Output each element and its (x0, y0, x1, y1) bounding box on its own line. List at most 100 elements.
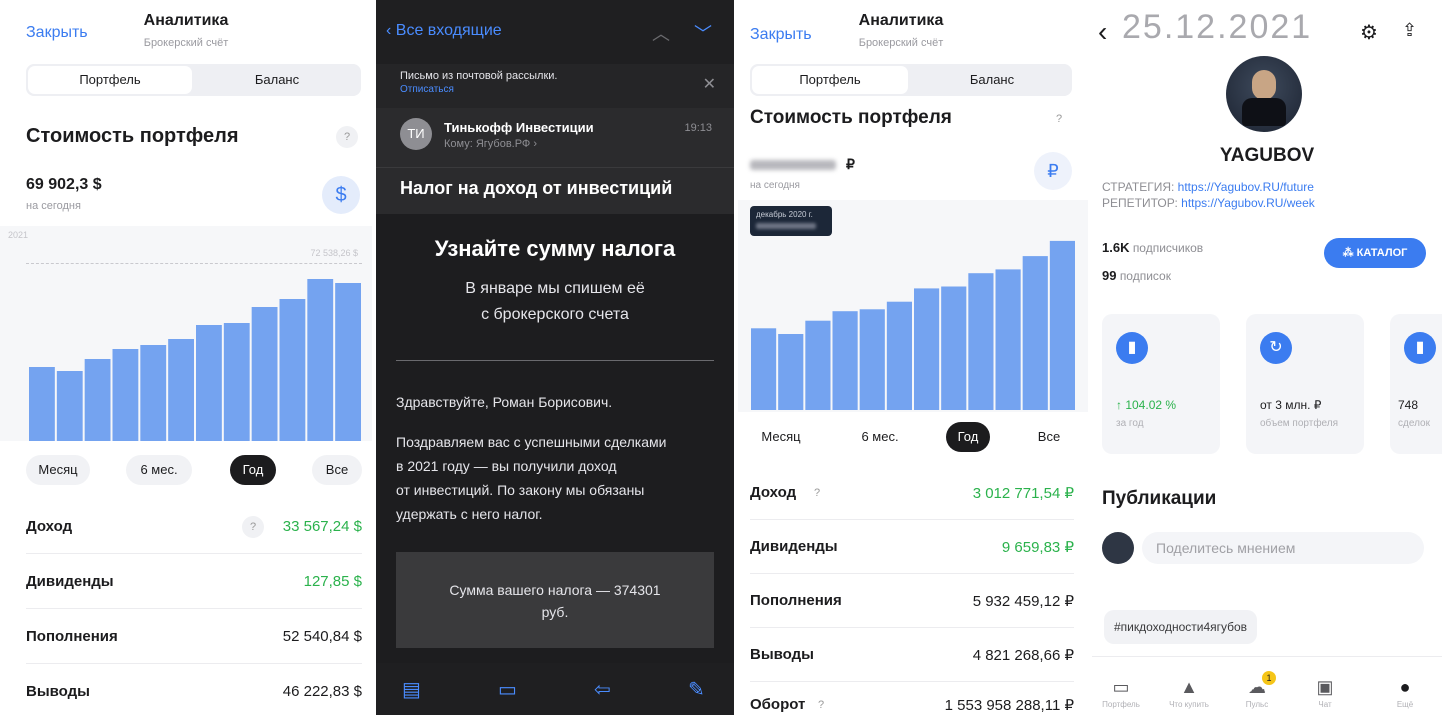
chevron-down-icon[interactable]: ﹀ (694, 20, 712, 46)
chat-icon: ▣ (1316, 677, 1334, 697)
chart-bar[interactable] (196, 325, 222, 441)
chart-bar[interactable] (112, 349, 139, 441)
close-icon[interactable]: ✕ (703, 74, 716, 94)
back-chevron-icon[interactable]: ‹ (1098, 16, 1107, 48)
period-year[interactable]: Год (946, 422, 990, 452)
chart-tooltip: декабрь 2020 г. (750, 206, 832, 236)
period-6m[interactable]: 6 мес. (126, 455, 192, 485)
chart-bar[interactable] (1022, 256, 1048, 410)
period-month[interactable]: Месяц (750, 422, 812, 452)
chart-bar[interactable] (805, 320, 831, 410)
folder-icon[interactable]: ▭ (498, 677, 517, 702)
chart-bar[interactable] (778, 334, 804, 410)
chart-bar[interactable] (307, 279, 334, 441)
chart-bar[interactable] (941, 286, 967, 411)
hashtag-chip[interactable]: #пикдоходности4ягубов (1104, 610, 1258, 644)
tutor-link[interactable]: https://Yagubov.RU/week (1181, 196, 1315, 210)
tab-portfolio[interactable]: Портфель (28, 66, 192, 94)
body-line-4: удержать с него налог. (396, 506, 543, 522)
section-title: Стоимость портфеля (26, 125, 239, 147)
chart-bar[interactable] (279, 299, 306, 441)
gear-icon[interactable]: ⚙ (1360, 20, 1378, 45)
avatar-body (1242, 98, 1286, 126)
email-screen: ‹ Все входящие ︿ ﹀ Письмо из почтовой ра… (376, 0, 734, 715)
row-turnover[interactable]: Оборот ? 1 553 958 288,11 ₽ (750, 678, 1074, 715)
help-icon[interactable]: ? (806, 482, 828, 504)
row-value: 5 932 459,12 ₽ (972, 593, 1074, 610)
chart-bar[interactable] (251, 307, 278, 441)
user-avatar (1102, 532, 1134, 564)
help-icon[interactable]: ? (242, 516, 264, 538)
chart-bar[interactable] (859, 309, 885, 410)
chart-bar[interactable] (914, 288, 940, 410)
strategy-link[interactable]: https://Yagubov.RU/future (1178, 180, 1314, 194)
tab-portfolio[interactable]: Портфель (752, 66, 908, 94)
recipient[interactable]: Кому: Ягубов.РФ › (444, 138, 537, 150)
avatar[interactable] (1226, 56, 1302, 132)
tab-label: Чат (1318, 700, 1332, 709)
help-icon[interactable]: ? (810, 694, 832, 715)
period-all[interactable]: Все (312, 455, 362, 485)
chart-bar[interactable] (886, 301, 912, 410)
period-month[interactable]: Месяц (26, 455, 90, 485)
period-all[interactable]: Все (1026, 422, 1072, 452)
row-income[interactable]: Доход ? 33 567,24 $ (26, 500, 362, 554)
mail-subject: Налог на доход от инвестиций (400, 178, 673, 198)
share-opinion-input[interactable]: Поделитесь мнением (1142, 532, 1424, 564)
tab-more[interactable]: ● Ещё (1382, 677, 1428, 709)
following[interactable]: 99 подписок (1102, 268, 1171, 283)
row-dividends[interactable]: Дивиденды 9 659,83 ₽ (750, 520, 1074, 574)
tabbar-divider (1092, 656, 1442, 657)
stat-card-volume[interactable]: ↻ от 3 млн. ₽ объем портфеля (1246, 314, 1364, 454)
chart-bar[interactable] (995, 269, 1021, 410)
tab-pulse[interactable]: ☁ Пульс 1 (1234, 671, 1280, 709)
share-icon[interactable]: ⇪ (1402, 20, 1417, 41)
stat-value: ↑ 104.02 % (1116, 398, 1177, 412)
compose-icon[interactable]: ✎ (688, 677, 705, 702)
row-dividends[interactable]: Дивиденды 127,85 $ (26, 555, 362, 609)
reply-icon[interactable]: ⇦ (594, 677, 611, 702)
row-income[interactable]: Доход ? 3 012 771,54 ₽ (750, 466, 1074, 520)
row-value: 52 540,84 $ (282, 628, 362, 645)
chart-bar[interactable] (29, 367, 55, 441)
currency-switch-button[interactable]: $ (322, 176, 360, 214)
stat-card-yield[interactable]: ▮ ↑ 104.02 % за год (1102, 314, 1220, 454)
chart-bar[interactable] (223, 323, 250, 441)
tab-balance[interactable]: Баланс (195, 66, 359, 94)
tax-line-1: Сумма вашего налога — 374301 (449, 582, 661, 598)
chart-bar[interactable] (168, 339, 194, 441)
row-deposits[interactable]: Пополнения 52 540,84 $ (26, 610, 362, 664)
archive-icon[interactable]: ▤ (402, 677, 421, 702)
chart-bar[interactable] (335, 283, 361, 441)
chart-bar[interactable] (56, 371, 83, 441)
tab-balance[interactable]: Баланс (914, 66, 1070, 94)
segmented-control: Портфель Баланс (26, 64, 361, 96)
mail-time: 19:13 (684, 122, 712, 134)
row-label: Доход (26, 518, 73, 535)
period-year[interactable]: Год (230, 455, 276, 485)
currency-switch-button[interactable]: ₽ (1034, 152, 1072, 190)
chevron-up-icon[interactable]: ︿ (652, 20, 670, 46)
row-deposits[interactable]: Пополнения 5 932 459,12 ₽ (750, 574, 1074, 628)
tab-chat[interactable]: ▣ Чат (1302, 677, 1348, 709)
sender-name[interactable]: Тинькофф Инвестиции (444, 120, 594, 135)
chart-bar[interactable] (751, 328, 777, 410)
catalog-button[interactable]: ⁂ КАТАЛОГ (1324, 238, 1426, 268)
chart-bar[interactable] (140, 345, 167, 441)
chart-bar[interactable] (1049, 240, 1075, 410)
unsubscribe-link[interactable]: Отписаться (400, 84, 454, 95)
back-to-inbox-button[interactable]: ‹ Все входящие (386, 22, 502, 40)
stat-card-trades[interactable]: ▮ 748 сделок (1390, 314, 1442, 454)
stat-label: за год (1116, 418, 1144, 429)
period-6m[interactable]: 6 мес. (848, 422, 912, 452)
tab-what-to-buy[interactable]: ▲ Что купить (1166, 677, 1212, 709)
row-withdrawals[interactable]: Выводы 4 821 268,66 ₽ (750, 628, 1074, 682)
row-withdrawals[interactable]: Выводы 46 222,83 $ (26, 665, 362, 715)
help-icon[interactable]: ? (336, 126, 358, 148)
tab-portfolio[interactable]: ▭ Портфель (1098, 677, 1144, 709)
help-icon[interactable]: ? (1048, 108, 1070, 130)
chart-bar[interactable] (968, 273, 994, 410)
subscribers[interactable]: 1.6K подписчиков (1102, 240, 1203, 255)
chart-bar[interactable] (832, 311, 858, 410)
chart-bar[interactable] (84, 359, 111, 441)
